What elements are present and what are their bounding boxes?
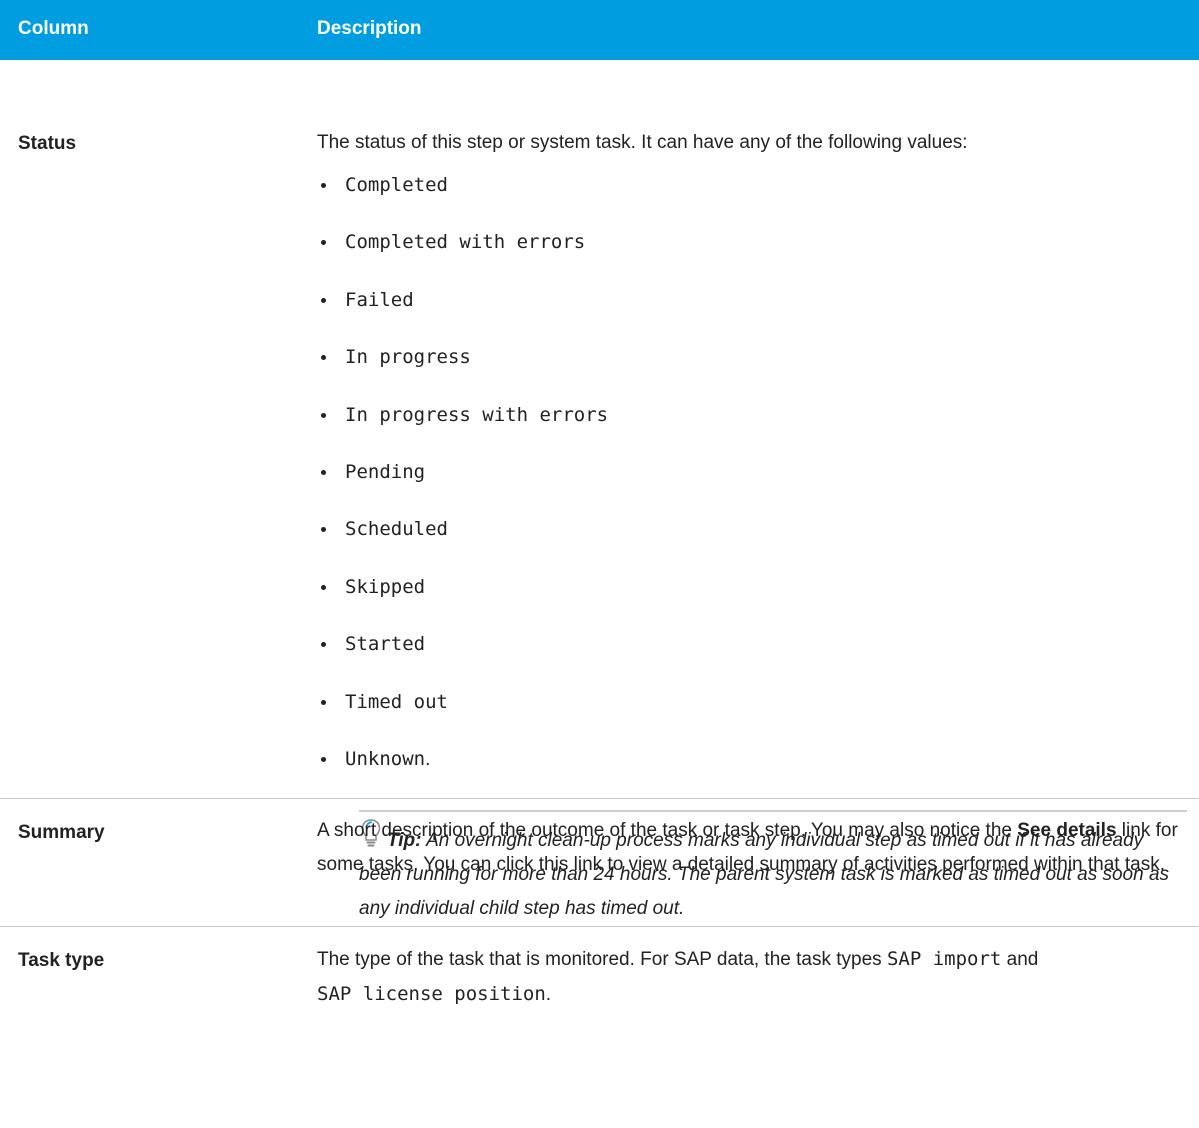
status-value-item: Timed out [317, 685, 1185, 742]
row-description-status: The status of this step or system task. … [317, 126, 1185, 799]
row-description-task-type: The type of the task that is monitored. … [317, 942, 1185, 1012]
status-intro-text: The status of this step or system task. … [317, 132, 968, 153]
description-header: Description [317, 18, 422, 39]
status-value-code: In progress with errors [345, 403, 609, 426]
see-details-link[interactable]: See details [1017, 820, 1116, 841]
code-sap-license-position: SAP license position [317, 983, 546, 1005]
status-value-item: Completed [317, 168, 1185, 225]
column-header: Column [18, 18, 89, 39]
status-value-code: Completed with errors [345, 231, 586, 254]
row-description-summary: A short description of the outcome of th… [317, 814, 1185, 882]
row-label-status: Status [18, 133, 77, 154]
table-row-status: Status The status of this step or system… [0, 60, 1199, 919]
status-value-item: Started [317, 627, 1185, 684]
status-value-code: Pending [345, 460, 426, 483]
status-value-code: Scheduled [345, 518, 448, 541]
status-value-item: Skipped [317, 570, 1185, 627]
status-value-code: In progress [345, 346, 471, 369]
status-value-code: Completed [345, 174, 448, 196]
status-values-list: Completed Completed with errors Failed In p… [317, 168, 1185, 799]
status-value-item: Unknown. [317, 742, 1185, 799]
table-row-task-type: Task type The type of the task that is m… [0, 927, 1199, 1007]
status-value-code: Failed [345, 288, 414, 311]
status-value-code: Unknown [345, 747, 426, 770]
status-value-item: In progress [317, 340, 1185, 397]
reference-table: Column Description Status The status of … [0, 0, 1199, 1007]
status-value-item: Scheduled [317, 512, 1185, 569]
status-value-suffix: . [425, 748, 431, 770]
table-row-summary: Summary A short description of the outco… [0, 799, 1199, 927]
status-value-item: Failed [317, 283, 1185, 340]
status-value-code: Started [345, 633, 426, 656]
status-value-code: Skipped [345, 575, 426, 598]
status-value-code: Timed out [345, 690, 448, 713]
tasktype-text-before: The type of the task that is monitored. … [317, 949, 887, 970]
table-header-row: Column Description [0, 0, 1199, 60]
code-sap-import: SAP import [886, 948, 1002, 970]
status-value-item: In progress with errors [317, 398, 1185, 455]
status-value-item: Pending [317, 455, 1185, 512]
status-value-item: Completed with errors [317, 225, 1185, 282]
row-label-summary: Summary [18, 822, 105, 843]
summary-text-before: A short description of the outcome of th… [317, 820, 1018, 841]
row-label-task-type: Task type [18, 950, 105, 971]
tasktype-text-after: . [545, 984, 552, 1005]
tasktype-text-middle: and [1001, 949, 1039, 970]
